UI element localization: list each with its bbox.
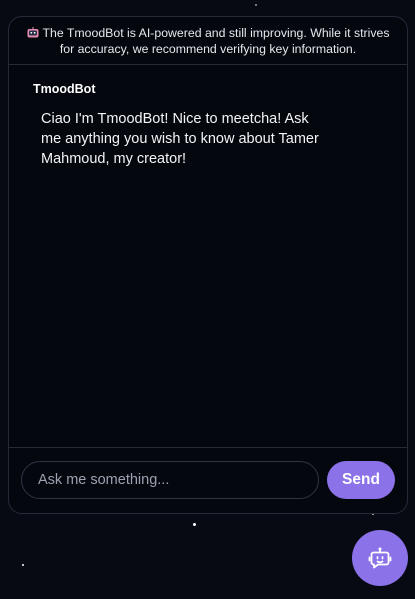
chatbot-launcher-button[interactable] bbox=[352, 530, 408, 586]
message-input[interactable] bbox=[21, 461, 319, 499]
background-star bbox=[22, 564, 24, 566]
message-list: TmoodBot Ciao I'm TmoodBot! Nice to meet… bbox=[9, 66, 407, 447]
background-star bbox=[193, 523, 196, 526]
chat-window: The TmoodBot is AI-powered and still imp… bbox=[8, 16, 408, 514]
message-text: Ciao I'm TmoodBot! Nice to meetcha! Ask … bbox=[41, 111, 319, 167]
send-button[interactable]: Send bbox=[327, 461, 395, 499]
bot-message: TmoodBot Ciao I'm TmoodBot! Nice to meet… bbox=[33, 82, 333, 172]
robot-emoji-icon bbox=[27, 26, 39, 37]
message-sender: TmoodBot bbox=[33, 82, 96, 96]
chatbot-icon bbox=[368, 547, 392, 569]
background-star bbox=[255, 4, 257, 6]
ai-disclaimer-banner: The TmoodBot is AI-powered and still imp… bbox=[9, 17, 407, 65]
disclaimer-text: The TmoodBot is AI-powered and still imp… bbox=[42, 25, 390, 56]
message-composer: Send bbox=[9, 447, 407, 513]
